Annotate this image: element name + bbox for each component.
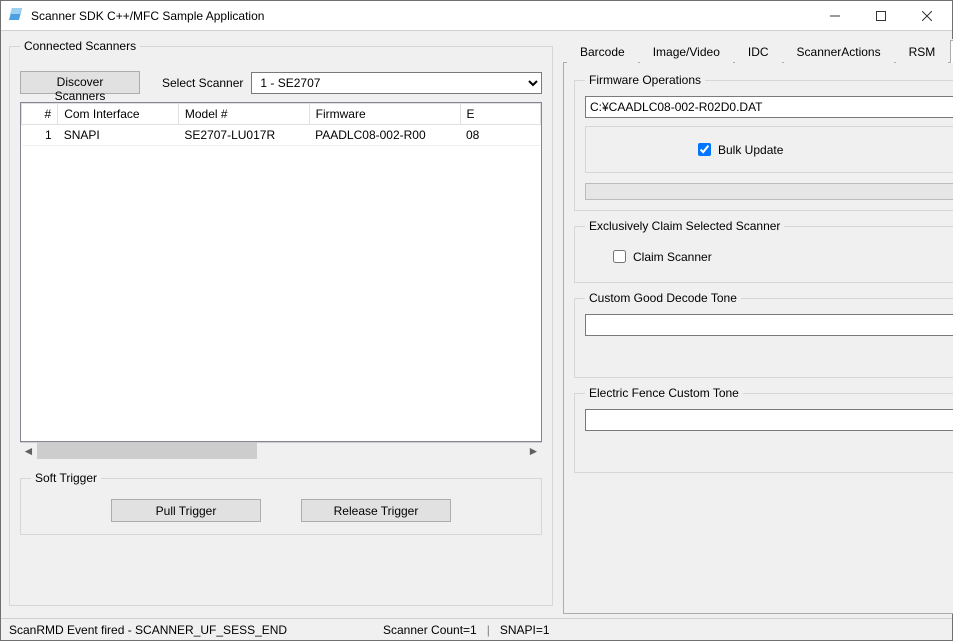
connected-scanners-legend: Connected Scanners bbox=[20, 39, 140, 53]
close-button[interactable] bbox=[904, 2, 950, 30]
select-scanner-dropdown[interactable]: 1 - SE2707 bbox=[251, 72, 542, 94]
advanced-tab-page: Firmware Operations Browse Bulk Update U… bbox=[563, 63, 953, 614]
maximize-button[interactable] bbox=[858, 2, 904, 30]
good-decode-path-input[interactable] bbox=[585, 314, 953, 336]
scanners-table: # Com Interface Model # Firmware E 1 SNA… bbox=[21, 103, 541, 146]
scroll-right-icon[interactable]: ► bbox=[525, 443, 542, 459]
connected-scanners-group: Connected Scanners Discover Scanners Sel… bbox=[9, 39, 553, 606]
firmware-progress-bar bbox=[585, 183, 953, 200]
select-scanner-label: Select Scanner bbox=[162, 76, 243, 90]
tab-barcode[interactable]: Barcode bbox=[567, 40, 638, 63]
tab-rsm[interactable]: RSM bbox=[896, 40, 949, 63]
firmware-path-input[interactable] bbox=[585, 96, 953, 118]
scroll-left-icon[interactable]: ◄ bbox=[20, 443, 37, 459]
status-snapi: SNAPI=1 bbox=[500, 623, 550, 637]
release-trigger-button[interactable]: Release Trigger bbox=[301, 499, 451, 522]
discover-scanners-button[interactable]: Discover Scanners bbox=[20, 71, 140, 94]
good-decode-tone-legend: Custom Good Decode Tone bbox=[585, 291, 741, 305]
good-decode-tone-group: Custom Good Decode Tone Browse Upload Er… bbox=[574, 291, 953, 378]
table-row[interactable]: 1 SNAPI SE2707-LU017R PAADLC08-002-R00 0… bbox=[22, 125, 541, 146]
electric-fence-path-input[interactable] bbox=[585, 409, 953, 431]
status-event-text: ScanRMD Event fired - SCANNER_UF_SESS_EN… bbox=[9, 623, 379, 637]
table-horizontal-scrollbar[interactable]: ◄ ► bbox=[20, 442, 542, 459]
bulk-update-checkbox[interactable]: Bulk Update bbox=[694, 140, 783, 159]
status-separator: | bbox=[487, 623, 490, 637]
electric-fence-tone-group: Electric Fence Custom Tone Browse Upload… bbox=[574, 386, 953, 473]
titlebar: Scanner SDK C++/MFC Sample Application bbox=[1, 1, 952, 31]
col-model[interactable]: Model # bbox=[178, 104, 309, 125]
window-title: Scanner SDK C++/MFC Sample Application bbox=[31, 9, 812, 23]
tab-idc[interactable]: IDC bbox=[735, 40, 782, 63]
tab-image-video[interactable]: Image/Video bbox=[640, 40, 733, 63]
col-number[interactable]: # bbox=[22, 104, 58, 125]
firmware-operations-group: Firmware Operations Browse Bulk Update U… bbox=[574, 73, 953, 211]
claim-scanner-checkbox[interactable]: Claim Scanner bbox=[609, 247, 953, 266]
firmware-operations-legend: Firmware Operations bbox=[585, 73, 705, 87]
pull-trigger-button[interactable]: Pull Trigger bbox=[111, 499, 261, 522]
scanners-table-container[interactable]: # Com Interface Model # Firmware E 1 SNA… bbox=[20, 102, 542, 442]
claim-scanner-legend: Exclusively Claim Selected Scanner bbox=[585, 219, 784, 233]
minimize-button[interactable] bbox=[812, 2, 858, 30]
col-interface[interactable]: Com Interface bbox=[58, 104, 179, 125]
tabstrip: Barcode Image/Video IDC ScannerActions R… bbox=[563, 39, 953, 63]
claim-scanner-group: Exclusively Claim Selected Scanner Claim… bbox=[574, 219, 953, 283]
soft-trigger-legend: Soft Trigger bbox=[31, 471, 101, 485]
app-icon bbox=[9, 6, 25, 25]
status-bar: ScanRMD Event fired - SCANNER_UF_SESS_EN… bbox=[1, 618, 952, 640]
tab-scanner-actions[interactable]: ScannerActions bbox=[784, 40, 894, 63]
col-firmware[interactable]: Firmware bbox=[309, 104, 460, 125]
status-scanner-count: Scanner Count=1 bbox=[383, 623, 477, 637]
col-extra[interactable]: E bbox=[460, 104, 541, 125]
electric-fence-tone-legend: Electric Fence Custom Tone bbox=[585, 386, 743, 400]
soft-trigger-group: Soft Trigger Pull Trigger Release Trigge… bbox=[20, 471, 542, 535]
